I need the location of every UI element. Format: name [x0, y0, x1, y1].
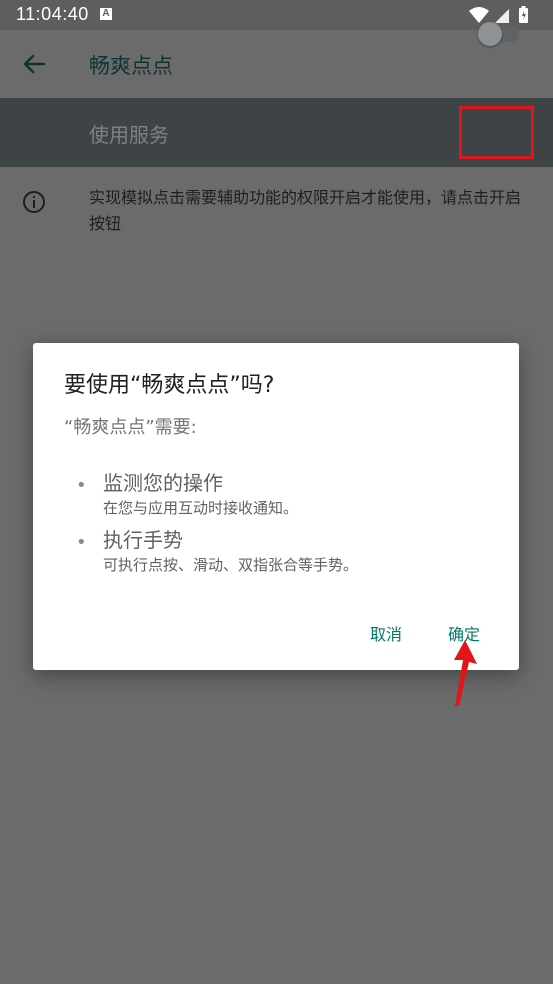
- permission-title: 监测您的操作: [103, 471, 223, 495]
- battery-icon: [519, 6, 528, 23]
- permission-desc: 在您与应用互动时接收通知。: [103, 499, 299, 517]
- info-text: 实现模拟点击需要辅助功能的权限开启才能使用，请点击开启按钮: [89, 188, 522, 233]
- app-bar: 畅爽点点: [0, 30, 553, 98]
- service-label: 使用服务: [89, 123, 169, 147]
- permission-dialog: 要使用“畅爽点点”吗? “畅爽点点”需要: • 监测您的操作 在您与应用互动时接…: [33, 343, 519, 670]
- signal-icon: [495, 9, 509, 23]
- status-bar: 11:04:40 A: [0, 0, 553, 30]
- info-icon: [22, 190, 46, 214]
- status-time: 11:04:40: [16, 4, 89, 24]
- service-toggle-row[interactable]: 使用服务: [0, 98, 553, 167]
- notification-a-icon: A: [100, 8, 112, 20]
- dialog-subtitle: “畅爽点点”需要:: [64, 417, 197, 438]
- bullet-icon: •: [76, 475, 87, 496]
- page-title: 畅爽点点: [89, 54, 173, 78]
- arrow-left-icon[interactable]: [18, 50, 50, 78]
- dialog-title: 要使用“畅爽点点”吗?: [64, 373, 275, 398]
- cancel-button[interactable]: 取消: [370, 621, 402, 645]
- permission-desc: 可执行点按、滑动、双指张合等手势。: [103, 556, 359, 574]
- service-toggle-switch[interactable]: [478, 22, 502, 46]
- wifi-icon: [469, 7, 489, 23]
- annotation-arrow-icon: [445, 638, 481, 708]
- status-icons: [467, 5, 537, 25]
- bullet-icon: •: [76, 532, 87, 553]
- toggle-highlight-box: [459, 106, 534, 159]
- permission-title: 执行手势: [103, 528, 183, 552]
